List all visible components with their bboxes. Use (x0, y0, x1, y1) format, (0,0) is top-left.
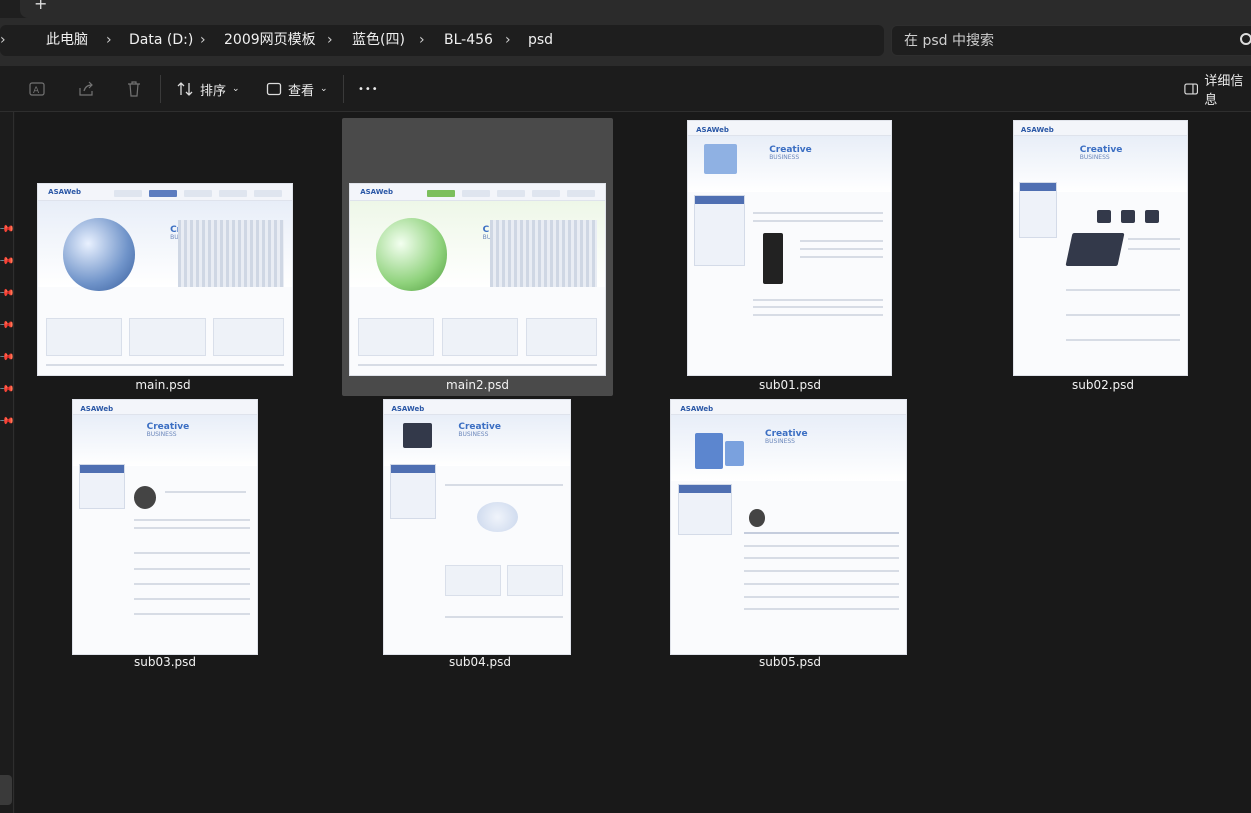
file-item[interactable]: ASAWeb Creative BUSINESS sub02.psd (1003, 118, 1203, 396)
search-input[interactable] (904, 26, 1234, 55)
command-bar: A 排序 ⌄ 查看 ⌄ ••• 详细信息 (0, 66, 1251, 112)
share-button[interactable] (77, 75, 95, 103)
chevron-right-icon[interactable]: › (419, 25, 425, 56)
file-thumbnail: ASAWeb CreativeBUSINESS (37, 183, 293, 376)
pin-icon[interactable]: 📌 (0, 413, 15, 430)
file-thumbnail: ASAWeb CreativeBUSINESS (1013, 120, 1188, 376)
thumbnail-subtitle: BUSINESS (1079, 154, 1110, 162)
chevron-right-icon[interactable]: › (505, 25, 511, 56)
file-name[interactable]: sub02.psd (1003, 378, 1203, 392)
file-name[interactable]: sub04.psd (375, 655, 585, 669)
view-icon (266, 82, 282, 96)
nav-selected-item[interactable] (0, 775, 12, 805)
file-name[interactable]: main.psd (33, 378, 293, 392)
tab-strip: + (0, 0, 1251, 18)
search-icon[interactable] (1240, 33, 1251, 45)
toolbar-divider (160, 75, 161, 103)
chevron-right-icon[interactable]: › (327, 25, 333, 56)
chevron-right-icon[interactable]: › (106, 25, 112, 56)
sort-button[interactable]: 排序 ⌄ (176, 75, 240, 103)
svg-text:A: A (33, 86, 40, 96)
pin-icon[interactable]: 📌 (0, 253, 15, 270)
trash-icon (128, 81, 140, 97)
file-name[interactable]: main2.psd (342, 378, 613, 392)
chevron-right-icon: › (0, 32, 6, 48)
thumbnail-logo: ASAWeb (1020, 126, 1054, 135)
thumbnail-logo: ASAWeb (391, 405, 425, 414)
breadcrumb-bl-456[interactable]: BL-456 (444, 25, 493, 56)
file-item-selected[interactable]: ASAWeb CreativeBUSINESS main2.psd (342, 118, 613, 396)
file-thumbnail: ASAWeb CreativeBUSINESS (687, 120, 892, 376)
pin-icon[interactable]: 📌 (0, 317, 15, 334)
rename-icon: A (29, 82, 45, 96)
navigation-pane: 📌 📌 📌 📌 📌 📌 📌 (0, 112, 15, 813)
file-name[interactable]: sub05.psd (665, 655, 915, 669)
sort-label: 排序 (200, 83, 227, 99)
thumbnail-logo: ASAWeb (48, 187, 81, 196)
address-bar: › 此电脑 › Data (D:) › 2009网页模板 › 蓝色(四) › B… (0, 18, 1251, 66)
active-tab[interactable] (20, 0, 1251, 18)
share-icon (79, 81, 93, 96)
new-tab-button[interactable]: + (34, 0, 47, 13)
chevron-down-icon: ⌄ (320, 84, 328, 94)
search-box[interactable] (891, 25, 1251, 56)
pin-icon[interactable]: 📌 (0, 381, 15, 398)
file-item[interactable]: ASAWeb CreativeBUSINESS main.psd (33, 182, 293, 396)
thumbnail-logo: ASAWeb (360, 187, 393, 196)
delete-button[interactable] (125, 75, 143, 103)
breadcrumb-2009-templates[interactable]: 2009网页模板 (224, 25, 316, 56)
file-item[interactable]: ASAWeb Creative BUSINESS sub05.psd (665, 398, 915, 678)
view-label: 查看 (288, 83, 315, 99)
thumbnail-subtitle: BUSINESS (146, 430, 177, 438)
thumbnail-logo: ASAWeb (696, 126, 729, 135)
breadcrumb[interactable]: › 此电脑 › Data (D:) › 2009网页模板 › 蓝色(四) › B… (0, 25, 884, 56)
more-options-button[interactable]: ••• (358, 75, 379, 103)
details-pane-icon (1184, 83, 1199, 95)
rename-button[interactable]: A (28, 75, 46, 103)
details-label: 详细信息 (1204, 74, 1244, 108)
file-name[interactable]: sub01.psd (675, 378, 905, 392)
thumbnail-subtitle: BUSINESS (458, 430, 489, 438)
breadcrumb-this-pc[interactable]: 此电脑 (46, 25, 88, 56)
file-item[interactable]: ASAWeb Creative BUSINESS sub01.psd (675, 118, 905, 396)
pin-icon[interactable]: 📌 (0, 349, 15, 366)
file-thumbnail: ASAWeb CreativeBUSINESS (670, 399, 907, 655)
thumbnail-logo: ASAWeb (680, 405, 714, 414)
file-item[interactable]: ASAWeb Creative BUSINESS sub04.psd (375, 398, 585, 678)
thumbnail-subtitle: BUSINESS (769, 154, 800, 162)
file-view: ASAWeb CreativeBUSINESS main.psd ASAWeb … (15, 112, 1251, 813)
breadcrumb-psd[interactable]: psd (528, 25, 553, 56)
file-thumbnail: ASAWeb CreativeBUSINESS (383, 399, 571, 655)
file-thumbnail: ASAWeb CreativeBUSINESS (72, 399, 258, 655)
toolbar-divider (343, 75, 344, 103)
chevron-down-icon: ⌄ (232, 84, 240, 94)
breadcrumb-blue-four[interactable]: 蓝色(四) (352, 25, 405, 56)
view-button[interactable]: 查看 ⌄ (266, 75, 328, 103)
thumbnail-logo: ASAWeb (80, 405, 114, 414)
thumbnail-subtitle: BUSINESS (765, 438, 795, 446)
sort-icon (177, 82, 193, 96)
details-pane-button[interactable]: 详细信息 (1184, 74, 1251, 108)
file-thumbnail: ASAWeb CreativeBUSINESS (349, 183, 606, 376)
breadcrumb-data-drive[interactable]: Data (D:) (129, 25, 193, 56)
file-item[interactable]: ASAWeb Creative BUSINESS sub03.psd (60, 398, 260, 678)
pin-icon[interactable]: 📌 (0, 221, 15, 238)
pin-icon[interactable]: 📌 (0, 285, 15, 302)
file-name[interactable]: sub03.psd (60, 655, 270, 669)
chevron-right-icon[interactable]: › (200, 25, 206, 56)
